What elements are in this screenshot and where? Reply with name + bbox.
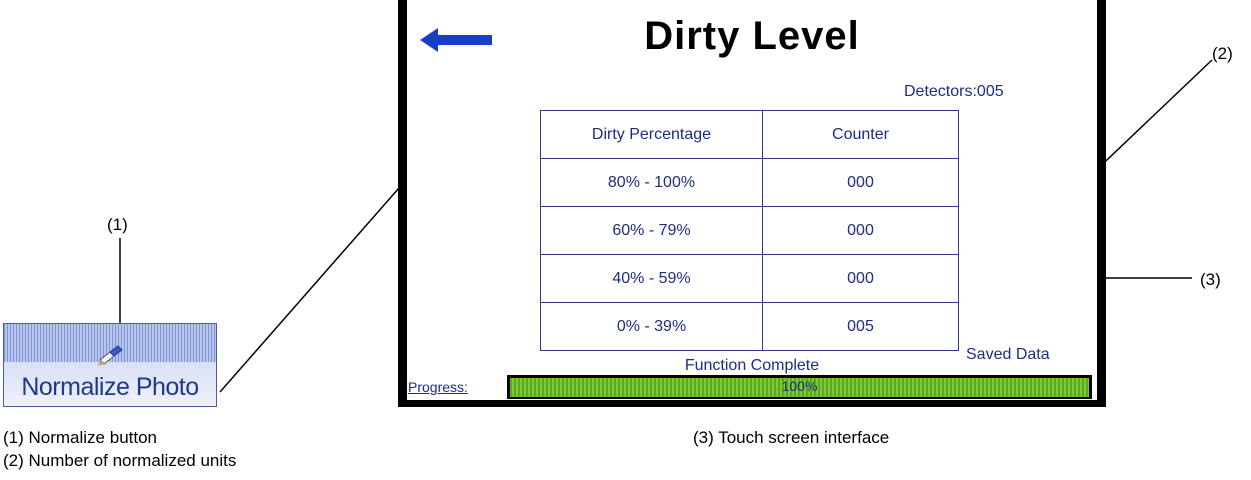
counter-cell: 000 xyxy=(762,158,959,207)
table-header-row: Dirty Percentage Counter xyxy=(540,110,959,159)
legend-item-3: (3) Touch screen interface xyxy=(693,428,890,447)
callout-2-label: (2) xyxy=(1212,44,1233,63)
counter-cell: 000 xyxy=(762,206,959,255)
column-header: Dirty Percentage xyxy=(540,110,763,159)
progress-percent: 100% xyxy=(781,378,818,394)
touch-screen: Dirty Level Detectors:005 Dirty Percenta… xyxy=(398,0,1106,407)
callout-3-label: (3) xyxy=(1200,270,1221,289)
range-cell: 60% - 79% xyxy=(540,206,763,255)
table-row: 80% - 100% 000 xyxy=(540,158,959,207)
detectors-count: Detectors:005 xyxy=(904,83,1004,100)
callout-1-label: (1) xyxy=(107,215,128,234)
progress-bar: 100% xyxy=(507,375,1092,399)
status-text: Function Complete xyxy=(684,357,820,374)
legend-item-1: (1) Normalize button xyxy=(3,428,158,447)
dirty-level-table: Dirty Percentage Counter 80% - 100% 000 … xyxy=(540,110,959,351)
counter-cell: 000 xyxy=(762,254,959,303)
normalize-photo-button[interactable]: Normalize Photo xyxy=(3,323,217,407)
button-to-screen-arrow xyxy=(219,169,415,393)
legend-item-2: (2) Number of normalized units xyxy=(3,451,237,470)
progress-label: Progress: xyxy=(408,379,468,395)
table-row: 40% - 59% 000 xyxy=(540,254,959,303)
table-row: 0% - 39% 005 xyxy=(540,302,959,351)
range-cell: 80% - 100% xyxy=(540,158,763,207)
normalize-photo-label: Normalize Photo xyxy=(21,373,199,401)
range-cell: 0% - 39% xyxy=(540,302,763,351)
page-title: Dirty Level xyxy=(644,14,860,58)
range-cell: 40% - 59% xyxy=(540,254,763,303)
table-row: 60% - 79% 000 xyxy=(540,206,959,255)
counter-cell: 005 xyxy=(762,302,959,351)
column-header: Counter xyxy=(762,110,959,159)
screen-content: Dirty Level Detectors:005 Dirty Percenta… xyxy=(407,0,1097,400)
brush-icon xyxy=(98,345,123,366)
